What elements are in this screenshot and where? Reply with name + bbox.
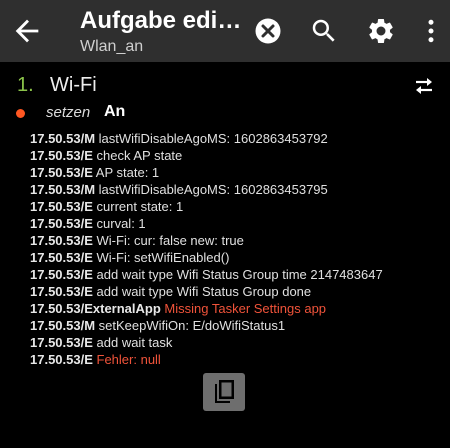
log-message: check AP state [96, 148, 183, 163]
param-label: setzen [46, 104, 91, 121]
log-error-message: Missing Tasker Settings app [164, 301, 327, 316]
log-line: 17.50.53/M lastWifiDisableAgoMS: 1602863… [30, 130, 435, 147]
log-timestamp: 17.50.53/E [30, 216, 93, 231]
page-title: Aufgabe edi… [80, 7, 242, 34]
log-line: 17.50.53/E Fehler: null [30, 351, 435, 368]
log-timestamp: 17.50.53/M [30, 182, 96, 197]
copy-button[interactable] [203, 373, 245, 411]
log-timestamp: 17.50.53/E [30, 165, 93, 180]
log-message: lastWifiDisableAgoMS: 1602863453795 [98, 182, 328, 197]
log-line: 17.50.53/E Wi-Fi: cur: false new: true [30, 232, 435, 249]
log-timestamp: 17.50.53/E [30, 352, 93, 367]
param-dot [16, 109, 25, 118]
log-line: 17.50.53/M lastWifiDisableAgoMS: 1602863… [30, 181, 435, 198]
app-bar: Aufgabe edi… Wlan_an [0, 0, 450, 62]
task-name: Wlan_an [80, 38, 144, 55]
log-message: add wait type Wifi Status Group time 214… [96, 267, 383, 282]
log-message: Wi-Fi: cur: false new: true [96, 233, 244, 248]
log-timestamp: 17.50.53/ExternalApp [30, 301, 161, 316]
log-timestamp: 17.50.53/E [30, 199, 93, 214]
log-message: setKeepWifiOn: E/doWifiStatus1 [98, 318, 286, 333]
log-line: 17.50.53/E add wait type Wifi Status Gro… [30, 283, 435, 300]
param-row[interactable]: setzen An [5, 102, 438, 124]
log-timestamp: 17.50.53/M [30, 318, 96, 333]
log-message: curval: 1 [96, 216, 146, 231]
search-icon[interactable] [309, 16, 339, 46]
log-line: 17.50.53/E curval: 1 [30, 215, 435, 232]
app-bar-titles: Aufgabe edi… Wlan_an [80, 6, 242, 57]
log-line: 17.50.53/E current state: 1 [30, 198, 435, 215]
log-line: 17.50.53/E Wi-Fi: setWifiEnabled() [30, 249, 435, 266]
back-arrow-icon[interactable] [10, 14, 44, 48]
log-line: 17.50.53/E check AP state [30, 147, 435, 164]
log-error-message: Fehler: null [96, 352, 161, 367]
log-timestamp: 17.50.53/E [30, 233, 93, 248]
log-output: 17.50.53/M lastWifiDisableAgoMS: 1602863… [30, 130, 435, 368]
log-message: add wait type Wifi Status Group done [96, 284, 312, 299]
log-message: Wi-Fi: setWifiEnabled() [96, 250, 230, 265]
log-timestamp: 17.50.53/E [30, 148, 93, 163]
log-message: AP state: 1 [95, 165, 160, 180]
copy-icon [215, 380, 234, 403]
log-timestamp: 17.50.53/E [30, 335, 93, 350]
param-value: An [104, 103, 126, 120]
log-timestamp: 17.50.53/E [30, 284, 93, 299]
log-message: add wait task [96, 335, 173, 350]
log-line: 17.50.53/E add wait type Wifi Status Gro… [30, 266, 435, 283]
action-row[interactable]: 1. Wi-Fi [5, 70, 438, 102]
log-message: current state: 1 [96, 199, 184, 214]
log-line: 17.50.53/ExternalApp Missing Tasker Sett… [30, 300, 435, 317]
log-timestamp: 17.50.53/M [30, 131, 96, 146]
action-name: Wi-Fi [50, 74, 97, 96]
more-vert-icon[interactable] [416, 16, 446, 46]
log-line: 17.50.53/M setKeepWifiOn: E/doWifiStatus… [30, 317, 435, 334]
action-number: 1. [17, 74, 34, 96]
log-timestamp: 17.50.53/E [30, 267, 93, 282]
action-panel: 1. Wi-Fi setzen An 17.50.53/M lastWifiDi… [5, 64, 438, 424]
log-message: lastWifiDisableAgoMS: 1602863453792 [98, 131, 328, 146]
log-timestamp: 17.50.53/E [30, 250, 93, 265]
log-line: 17.50.53/E AP state: 1 [30, 164, 435, 181]
swap-icon[interactable] [413, 76, 435, 96]
gear-icon[interactable] [366, 16, 396, 46]
clear-icon[interactable] [253, 16, 283, 46]
log-line: 17.50.53/E add wait task [30, 334, 435, 351]
